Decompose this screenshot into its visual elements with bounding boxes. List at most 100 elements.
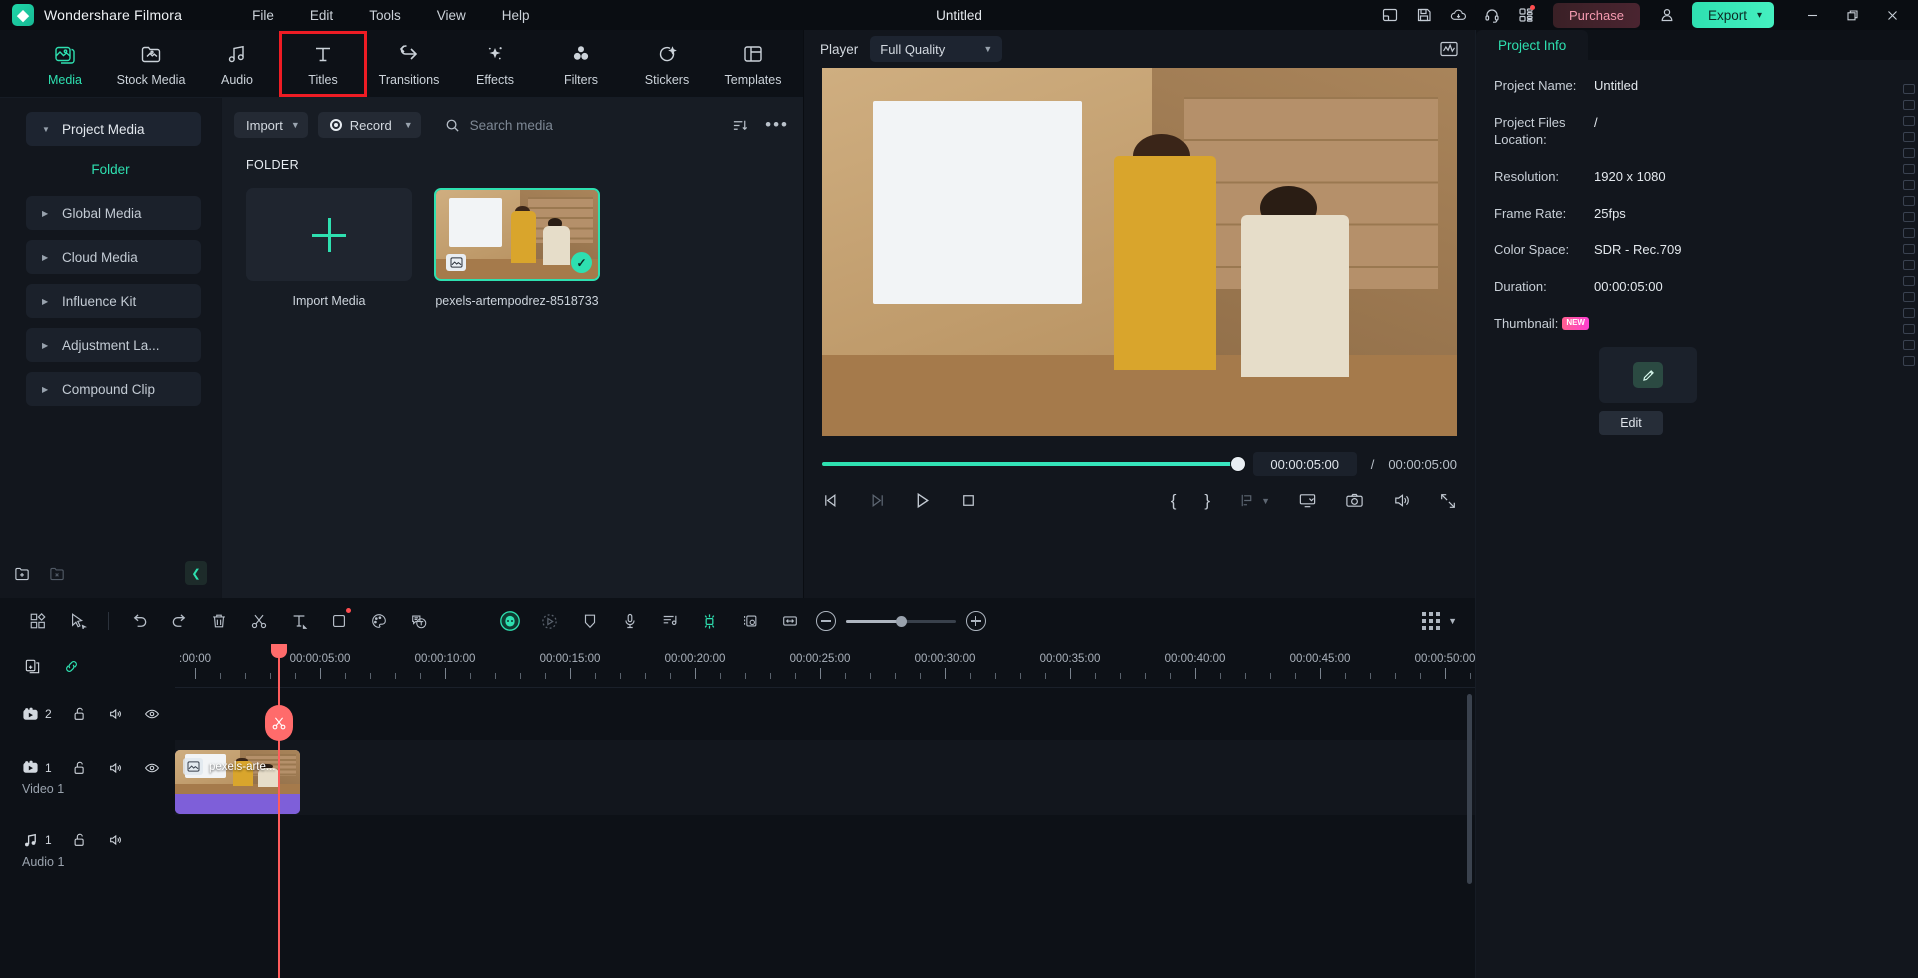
speaker-icon[interactable]	[1392, 491, 1411, 510]
brace-open-icon[interactable]: {	[1171, 491, 1177, 511]
import-button[interactable]: Import ▼	[234, 112, 308, 138]
palette-icon[interactable]	[359, 604, 399, 638]
ai-avatar-icon[interactable]	[490, 604, 530, 638]
video-preview-canvas[interactable]	[822, 68, 1457, 436]
tab-stock-media[interactable]: Stock Media	[108, 32, 194, 96]
seek-slider[interactable]	[822, 462, 1239, 466]
crop-square-icon[interactable]	[319, 604, 359, 638]
sidebar-item-compound-clip[interactable]: ▶ Compound Clip	[26, 372, 201, 406]
audio-list-icon[interactable]	[650, 604, 690, 638]
sidebar-item-folder[interactable]: Folder	[0, 156, 221, 182]
link-toggle-icon[interactable]	[63, 658, 80, 675]
pencil-edit-icon[interactable]	[1633, 362, 1663, 388]
media-item-import[interactable]: Import Media	[246, 188, 412, 308]
undo-arrow-icon[interactable]	[119, 604, 159, 638]
expand-icon[interactable]	[1439, 492, 1457, 510]
grid-shapes-icon[interactable]	[18, 604, 58, 638]
brace-close-icon[interactable]: }	[1204, 491, 1210, 511]
playhead-handle[interactable]	[271, 644, 287, 658]
media-item-clip[interactable]: ✓ pexels-artempodrez-8518733	[434, 188, 600, 308]
seek-handle[interactable]	[1231, 457, 1245, 471]
menu-help[interactable]: Help	[484, 4, 548, 27]
timeline-clip[interactable]: pexels-arte...	[175, 750, 300, 814]
minimize-icon[interactable]	[1792, 0, 1832, 30]
lane-video-2[interactable]	[175, 688, 1475, 740]
purchase-button[interactable]: Purchase	[1553, 3, 1640, 28]
speaker-icon[interactable]	[108, 760, 124, 776]
cloud-upload-icon[interactable]	[1443, 2, 1473, 28]
eye-icon[interactable]	[144, 706, 160, 722]
split-at-playhead-button[interactable]	[265, 705, 293, 741]
restore-icon[interactable]	[1832, 0, 1872, 30]
menu-file[interactable]: File	[234, 4, 292, 27]
menu-edit[interactable]: Edit	[292, 4, 351, 27]
prev-frame-button[interactable]	[822, 491, 841, 510]
filter-sort-icon[interactable]	[732, 117, 749, 134]
tab-effects[interactable]: Effects	[452, 32, 538, 96]
save-icon[interactable]	[1409, 2, 1439, 28]
export-button[interactable]: Export ▾	[1692, 2, 1774, 28]
eye-icon[interactable]	[144, 760, 160, 776]
scene-detect-icon[interactable]	[730, 604, 770, 638]
tab-media[interactable]: Media	[22, 32, 108, 96]
next-frame-button[interactable]	[867, 491, 886, 510]
timeline-canvas[interactable]: :00:0000:00:05:0000:00:10:0000:00:15:000…	[175, 644, 1475, 978]
trash-icon[interactable]	[199, 604, 239, 638]
monitor-icon[interactable]	[1298, 491, 1317, 510]
timeline-vertical-scrollbar[interactable]	[1467, 694, 1472, 884]
timeline-track-area[interactable]: pexels-arte...	[175, 688, 1475, 978]
microphone-icon[interactable]	[610, 604, 650, 638]
user-account-icon[interactable]	[1652, 2, 1682, 28]
menu-view[interactable]: View	[419, 4, 484, 27]
timeline-ruler[interactable]: :00:0000:00:05:0000:00:10:0000:00:15:000…	[175, 644, 1475, 688]
caret-down-icon[interactable]: ▼	[1448, 616, 1457, 626]
audio-waveform-icon[interactable]	[1439, 39, 1459, 59]
quality-select[interactable]: Full Quality ▼	[870, 36, 1002, 62]
current-time-display[interactable]: 00:00:05:00	[1253, 452, 1357, 476]
sidebar-item-cloud-media[interactable]: ▶ Cloud Media	[26, 240, 201, 274]
tab-transitions[interactable]: Transitions	[366, 32, 452, 96]
search-input[interactable]	[470, 118, 670, 133]
collapse-panel-icon[interactable]: ❮	[185, 561, 207, 585]
marker-icon[interactable]: ▼	[1238, 492, 1270, 509]
speaker-icon[interactable]	[108, 706, 124, 722]
tab-stickers[interactable]: Stickers	[624, 32, 710, 96]
speech-to-text-icon[interactable]	[399, 604, 439, 638]
tab-titles[interactable]: Titles	[280, 32, 366, 96]
close-icon[interactable]	[1872, 0, 1912, 30]
scissors-icon[interactable]	[239, 604, 279, 638]
track-header-video-1[interactable]: 1	[0, 740, 175, 815]
shield-mask-icon[interactable]	[570, 604, 610, 638]
tab-project-info[interactable]: Project Info	[1476, 30, 1588, 60]
track-header-audio-1[interactable]: 1 A	[0, 815, 175, 885]
thumbnail-preview-box[interactable]	[1599, 347, 1697, 403]
lock-open-icon[interactable]	[72, 760, 88, 776]
headset-support-icon[interactable]	[1477, 2, 1507, 28]
cursor-arrow-icon[interactable]	[58, 604, 98, 638]
text-tool-icon[interactable]	[279, 604, 319, 638]
new-folder-icon[interactable]	[14, 565, 31, 582]
import-media-tile[interactable]	[246, 188, 412, 281]
camera-icon[interactable]	[1345, 491, 1364, 510]
silence-detect-icon[interactable]	[690, 604, 730, 638]
speaker-icon[interactable]	[108, 832, 124, 848]
sidebar-item-global-media[interactable]: ▶ Global Media	[26, 196, 201, 230]
timeline-layout-icon[interactable]	[1422, 612, 1440, 630]
zoom-out-icon[interactable]	[816, 611, 836, 631]
zoom-handle[interactable]	[896, 616, 907, 627]
tab-filters[interactable]: Filters	[538, 32, 624, 96]
delete-folder-icon[interactable]	[49, 565, 66, 582]
record-button[interactable]: Record ▼	[318, 112, 421, 138]
redo-arrow-icon[interactable]	[159, 604, 199, 638]
lock-open-icon[interactable]	[72, 706, 88, 722]
zoom-in-icon[interactable]	[966, 611, 986, 631]
dashed-play-icon[interactable]	[530, 604, 570, 638]
sidebar-item-influence-kit[interactable]: ▶ Influence Kit	[26, 284, 201, 318]
zoom-slider[interactable]	[846, 620, 956, 623]
lane-audio-1[interactable]	[175, 815, 1475, 885]
more-options-icon[interactable]: •••	[765, 120, 789, 130]
track-header-video-2[interactable]: 2	[0, 688, 175, 740]
play-button[interactable]	[912, 490, 933, 511]
layout-icon[interactable]	[1375, 2, 1405, 28]
lock-open-icon[interactable]	[72, 832, 88, 848]
